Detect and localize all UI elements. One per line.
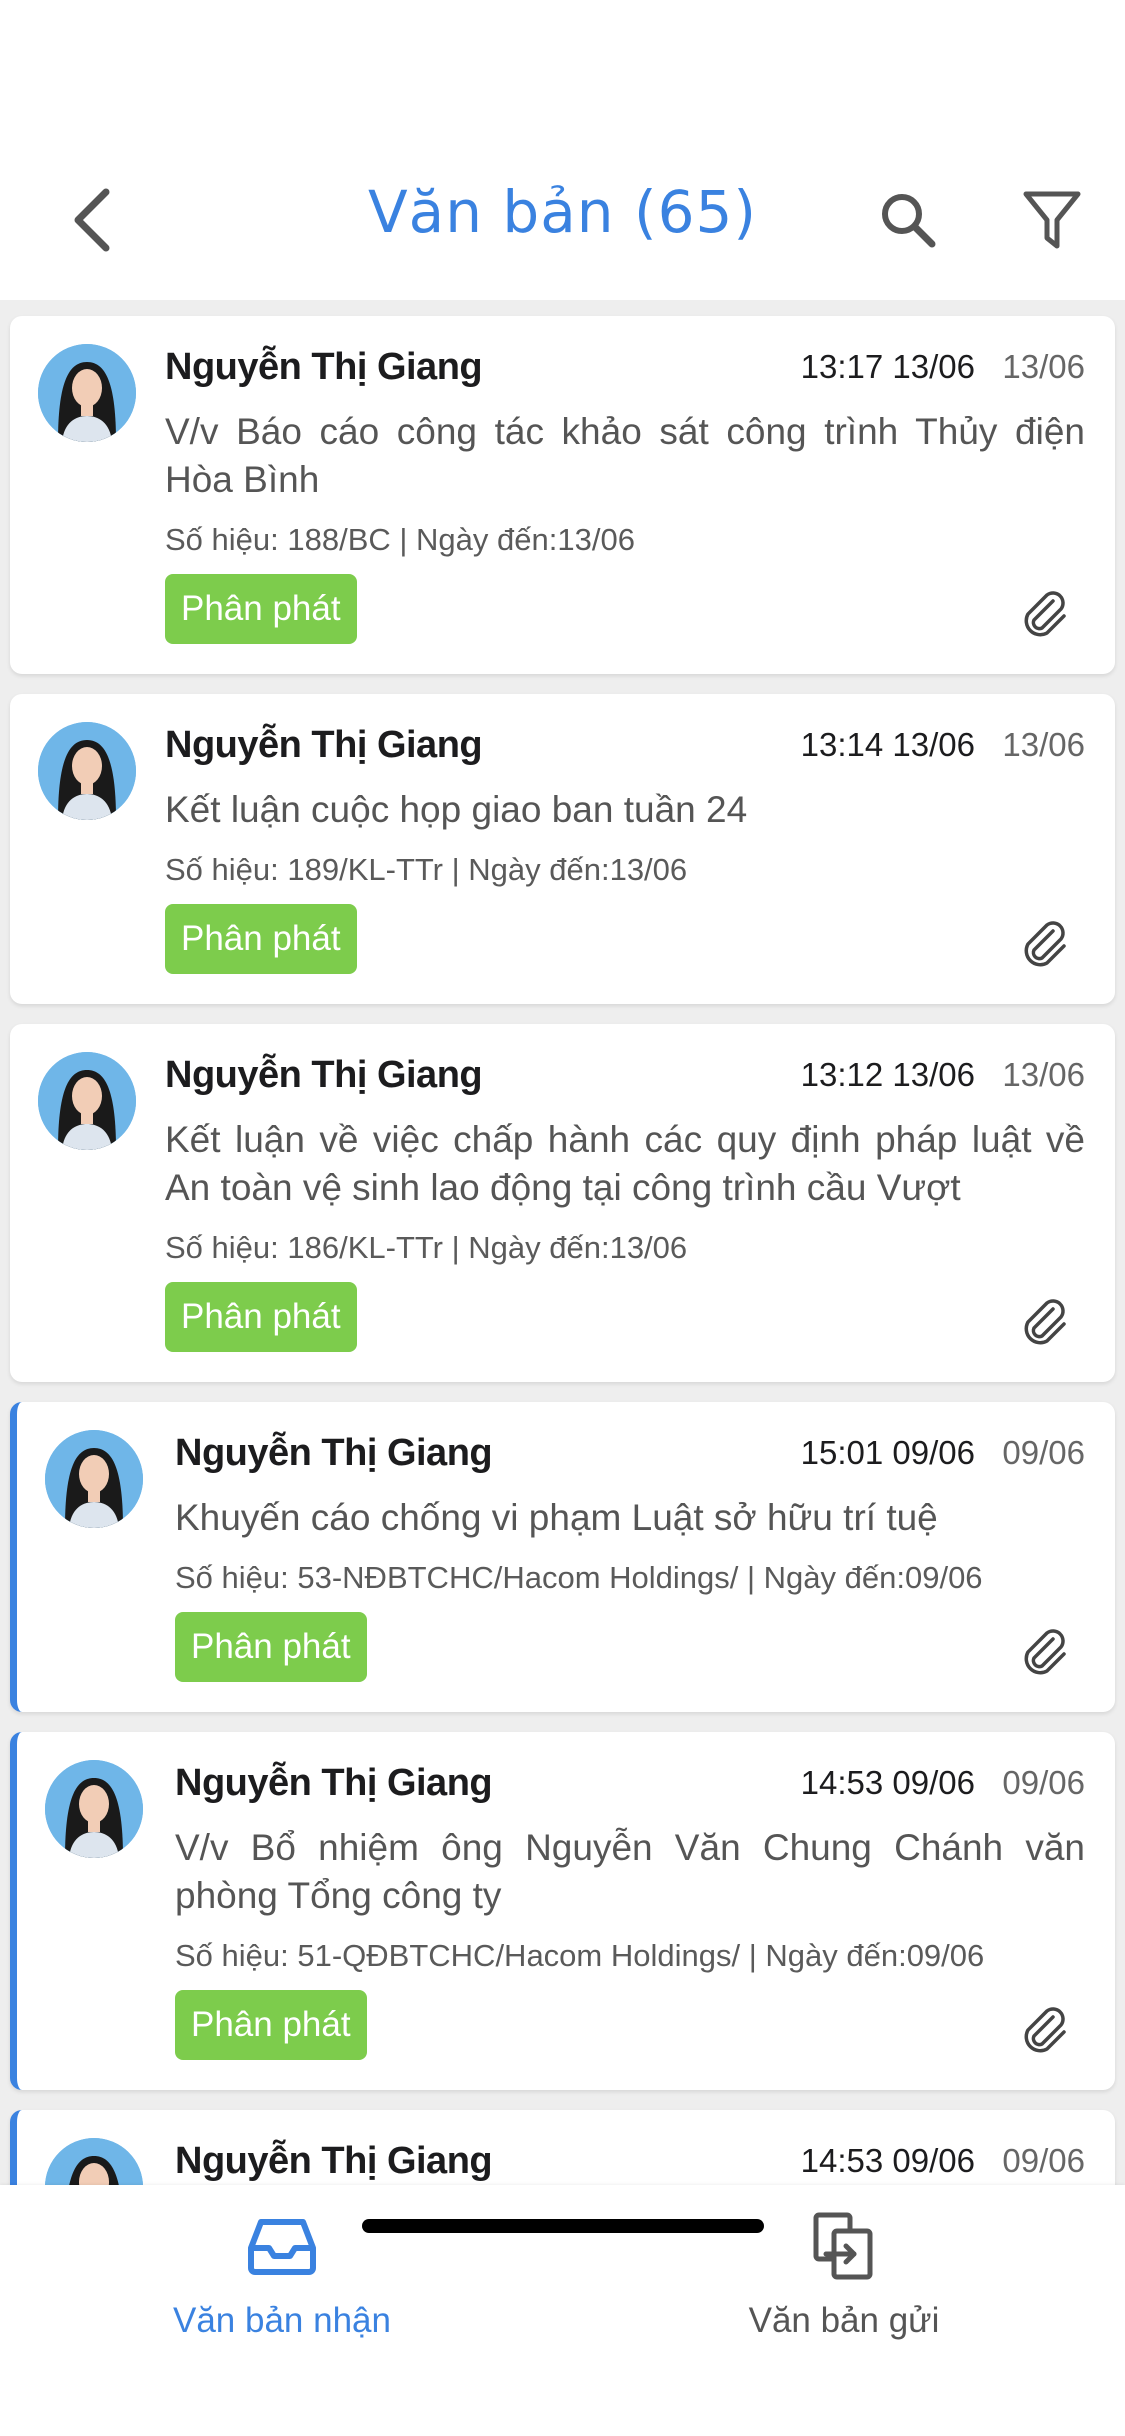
sender-name: Nguyễn Thị Giang <box>165 346 483 388</box>
received-date: 13/06 <box>1002 1056 1085 1093</box>
received-time: 14:53 09/06 <box>800 2142 975 2179</box>
avatar <box>38 722 136 820</box>
document-meta: Số hiệu: 189/KL-TTr | Ngày đến:13/06 <box>165 852 688 887</box>
document-card[interactable]: Nguyễn Thị Giang 15:01 09/06 09/06 Khuyế… <box>10 1402 1115 1712</box>
avatar <box>38 1052 136 1150</box>
paperclip-icon <box>1024 1629 1066 1675</box>
status-badge[interactable]: Phân phát <box>175 1612 367 1682</box>
document-subject: Khuyến cáo chống vi phạm Luật sở hữu trí… <box>175 1497 938 1538</box>
sender-name: Nguyễn Thị Giang <box>165 1054 483 1096</box>
paperclip-icon <box>1024 921 1066 967</box>
document-card[interactable]: Nguyễn Thị Giang 14:53 09/06 09/06 <box>10 2110 1115 2185</box>
search-button[interactable] <box>868 180 948 260</box>
attachment-button[interactable] <box>1017 916 1073 972</box>
received-date: 13/06 <box>1002 348 1085 385</box>
paperclip-icon <box>1024 2007 1066 2053</box>
document-meta: Số hiệu: 53-NĐBTCHC/Hacom Holdings/ | Ng… <box>175 1560 983 1595</box>
page-title: Văn bản (65) <box>367 178 758 246</box>
received-date: 13/06 <box>1002 726 1085 763</box>
received-date: 09/06 <box>1002 1764 1085 1801</box>
document-card[interactable]: Nguyễn Thị Giang 13:12 13/06 13/06 Kết l… <box>10 1024 1115 1382</box>
avatar <box>45 1430 143 1528</box>
received-date: 09/06 <box>1002 2142 1085 2179</box>
sender-name: Nguyễn Thị Giang <box>165 724 483 766</box>
received-time: 15:01 09/06 <box>800 1434 975 1471</box>
search-icon <box>882 194 936 248</box>
status-badge[interactable]: Phân phát <box>165 574 357 644</box>
document-card[interactable]: Nguyễn Thị Giang 13:17 13/06 13/06 V/v B… <box>10 316 1115 674</box>
filter-button[interactable] <box>1012 180 1092 260</box>
document-subject: V/v Bổ nhiệm ông Nguyễn Văn Chung Chánh … <box>175 1827 1085 1916</box>
app-header: Văn bản (65) <box>0 140 1125 300</box>
received-time: 13:17 13/06 <box>800 348 975 385</box>
filter-icon <box>1023 191 1081 249</box>
document-meta: Số hiệu: 186/KL-TTr | Ngày đến:13/06 <box>165 1230 688 1265</box>
status-badge[interactable]: Phân phát <box>165 904 357 974</box>
received-date: 09/06 <box>1002 1434 1085 1471</box>
received-time: 14:53 09/06 <box>800 1764 975 1801</box>
tab-label: Văn bản gửi <box>748 2301 940 2340</box>
inbox-tray-icon <box>247 2205 317 2287</box>
attachment-button[interactable] <box>1017 586 1073 642</box>
home-indicator[interactable] <box>362 2219 764 2233</box>
document-list: Nguyễn Thị Giang 13:17 13/06 13/06 V/v B… <box>0 300 1125 2185</box>
received-time: 13:12 13/06 <box>800 1056 975 1093</box>
paperclip-icon <box>1024 591 1066 637</box>
status-badge[interactable]: Phân phát <box>175 1990 367 2060</box>
status-bar <box>0 0 1125 140</box>
status-badge[interactable]: Phân phát <box>165 1282 357 1352</box>
sender-name: Nguyễn Thị Giang <box>175 2140 493 2182</box>
document-subject: V/v Báo cáo công tác khảo sát công trình… <box>165 411 1085 500</box>
document-meta: Số hiệu: 51-QĐBTCHC/Hacom Holdings/ | Ng… <box>175 1938 985 1973</box>
attachment-button[interactable] <box>1017 2002 1073 2058</box>
attachment-button[interactable] <box>1017 1624 1073 1680</box>
avatar <box>38 344 136 442</box>
sender-name: Nguyễn Thị Giang <box>175 1432 493 1474</box>
attachment-button[interactable] <box>1017 1294 1073 1350</box>
document-card[interactable]: Nguyễn Thị Giang 14:53 09/06 09/06 V/v B… <box>10 1732 1115 2090</box>
document-card[interactable]: Nguyễn Thị Giang 13:14 13/06 13/06 Kết l… <box>10 694 1115 1004</box>
document-subject: Kết luận cuộc họp giao ban tuần 24 <box>165 789 748 830</box>
tab-label: Văn bản nhận <box>173 2301 391 2340</box>
avatar <box>45 1760 143 1858</box>
send-document-icon <box>812 2205 876 2287</box>
document-subject: Kết luận về việc chấp hành các quy định … <box>165 1119 1085 1208</box>
document-meta: Số hiệu: 188/BC | Ngày đến:13/06 <box>165 522 635 557</box>
sender-name: Nguyễn Thị Giang <box>175 1762 493 1804</box>
received-time: 13:14 13/06 <box>800 726 975 763</box>
avatar <box>45 2138 143 2185</box>
paperclip-icon <box>1024 1299 1066 1345</box>
